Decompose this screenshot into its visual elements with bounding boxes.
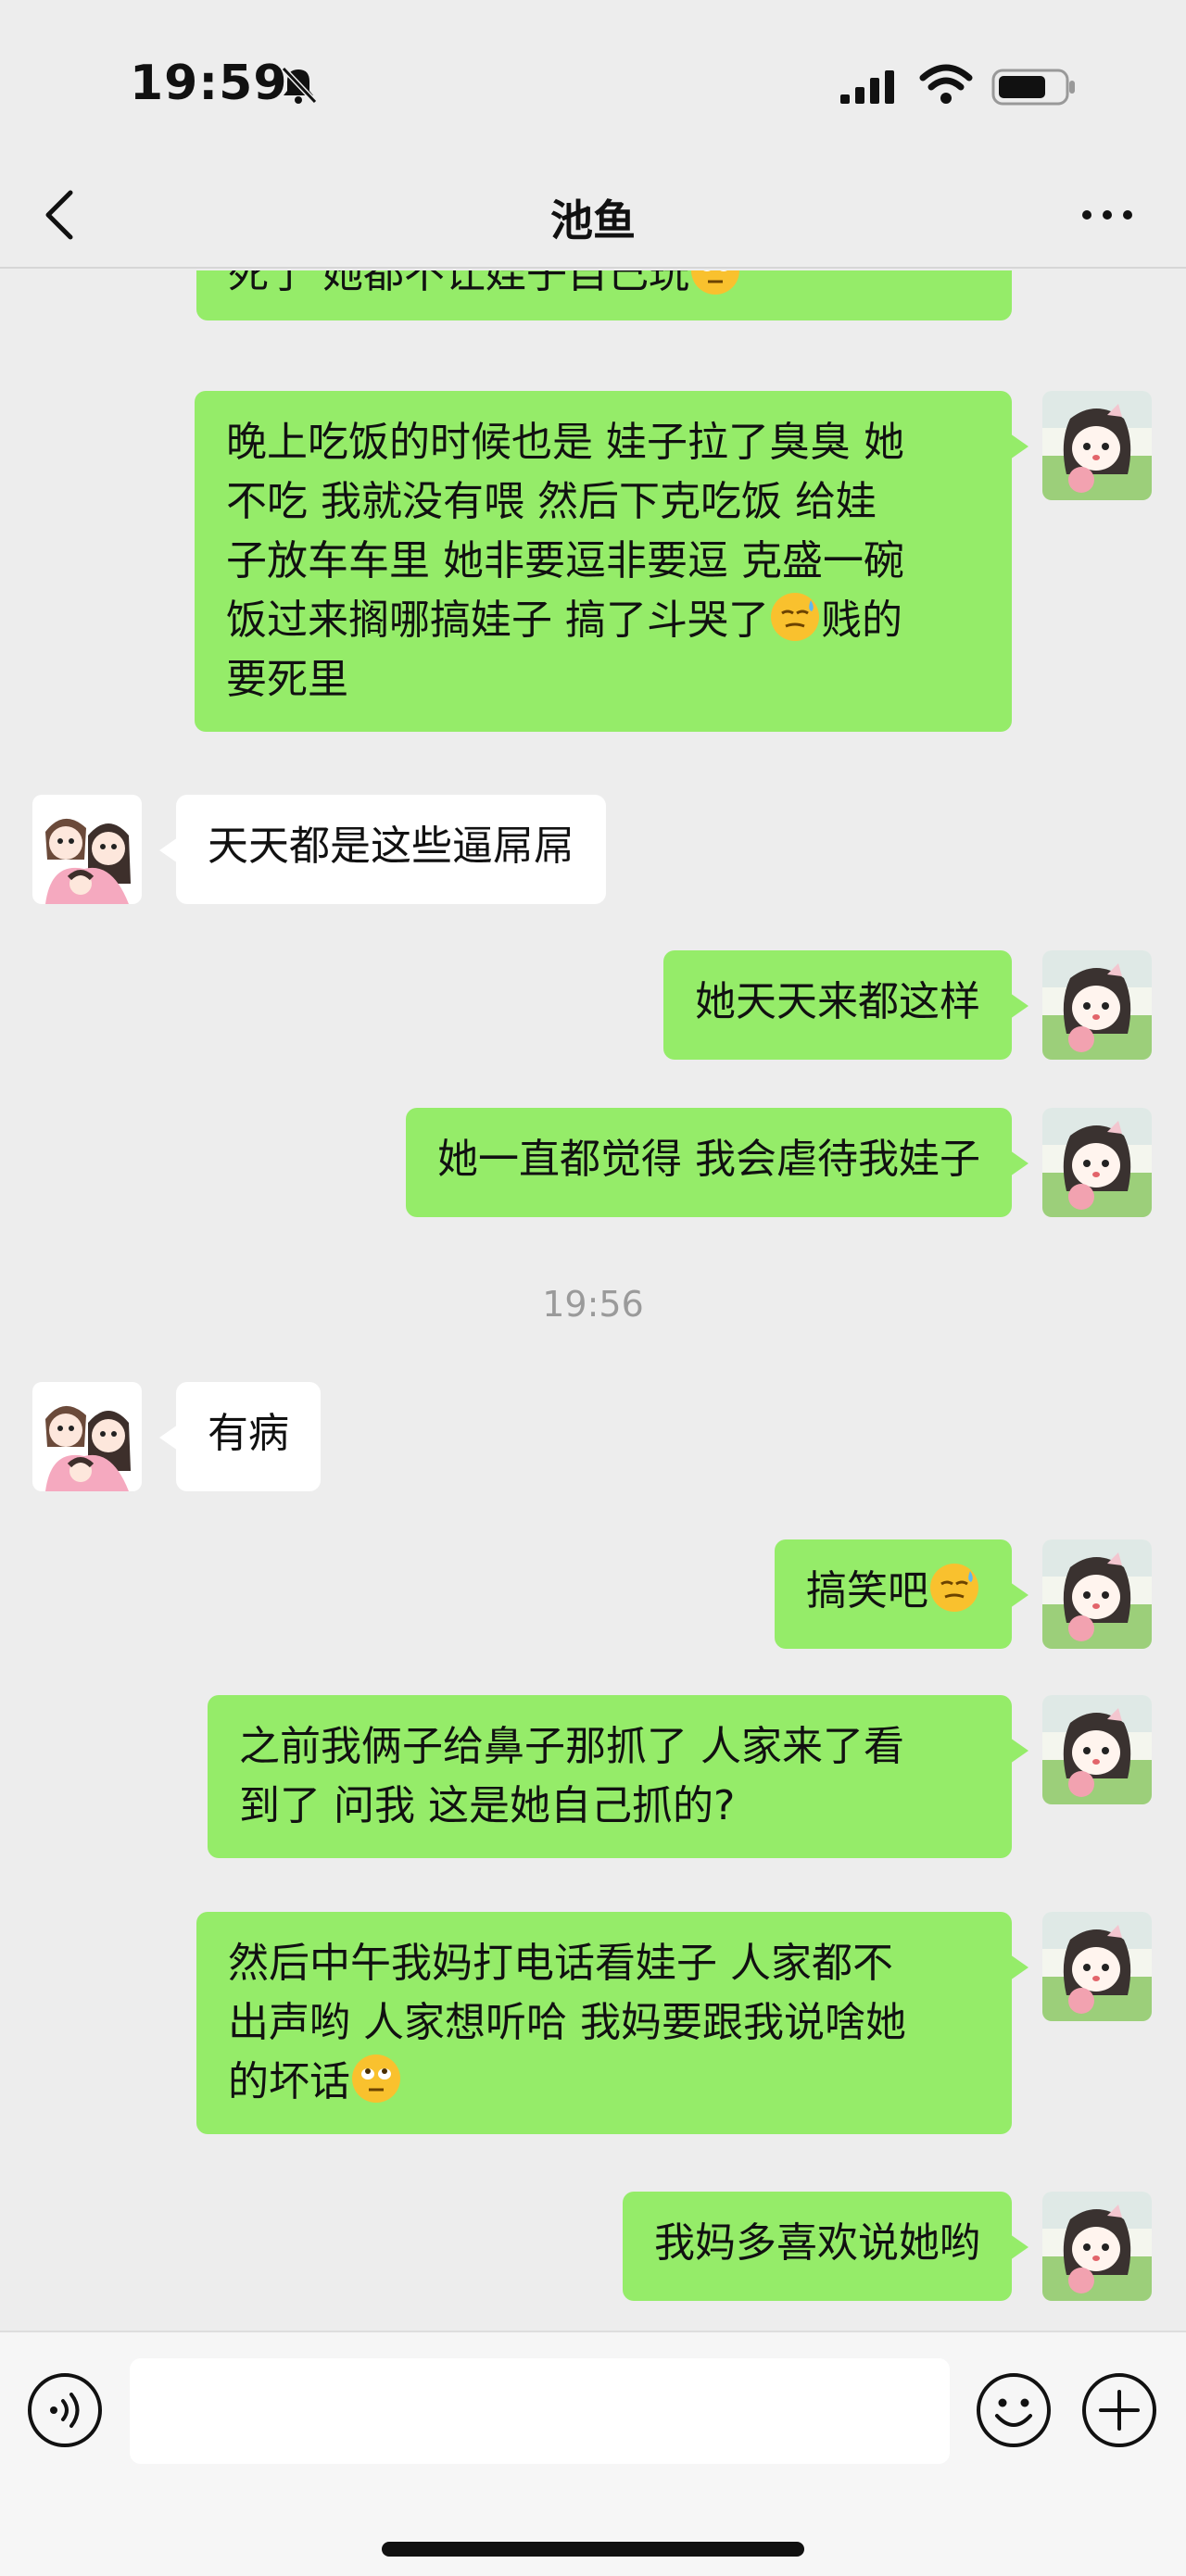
message-line: 之前我俩子给鼻子那抓了 人家来了看 xyxy=(239,1723,904,1770)
message-text: 她天天来都这样 xyxy=(695,978,980,1025)
my-avatar[interactable] xyxy=(1042,391,1152,500)
emoji-face-icon[interactable] xyxy=(975,2371,1053,2449)
message-bubble-outgoing[interactable]: 死了 她都不让娃子自己玩 xyxy=(196,270,1012,320)
message-timestamp: 19:56 xyxy=(542,1284,644,1325)
message-bubble-outgoing[interactable]: 搞笑吧 xyxy=(775,1539,1028,1649)
message-text: 死了 她都不让娃子自己玩 xyxy=(228,270,689,297)
message-bubble-outgoing[interactable]: 之前我俩子给鼻子那抓了 人家来了看 到了 问我 这是她自己抓的? xyxy=(208,1695,1028,1858)
my-avatar[interactable] xyxy=(1042,1539,1152,1649)
message-bubble-outgoing[interactable]: 然后中午我妈打电话看娃子 人家都不 出声哟 人家想听哈 我妈要跟我说啥她 的坏话 xyxy=(196,1912,1028,2134)
message-text: 有病 xyxy=(208,1410,289,1457)
message-bubble-incoming[interactable]: 有病 xyxy=(159,1382,321,1491)
message-bubble-outgoing[interactable]: 她天天来都这样 xyxy=(663,950,1028,1060)
status-bar: 19:59 xyxy=(0,0,1186,157)
rolling-eyes-emoji xyxy=(689,270,741,296)
message-line: 然后中午我妈打电话看娃子 人家都不 xyxy=(228,1940,893,1987)
chat-title: 池鱼 xyxy=(550,195,636,245)
message-text: 我妈多喜欢说她哟 xyxy=(654,2219,980,2267)
chat-message-list[interactable]: 死了 她都不让娃子自己玩 晚上吃饭的时候也是 娃子拉了臭臭 她 不吃 我就没有喂… xyxy=(0,270,1186,2331)
battery-icon xyxy=(991,69,1075,106)
bell-muted-icon xyxy=(281,66,318,105)
status-time: 19:59 xyxy=(130,56,288,111)
contact-avatar[interactable] xyxy=(32,1382,142,1491)
message-line: 出声哟 人家想听哈 我妈要跟我说啥她 xyxy=(228,1999,906,2046)
message-line: 饭过来搁哪搞娃子 搞了斗哭了 贱的 xyxy=(226,591,980,650)
my-avatar[interactable] xyxy=(1042,1912,1152,2021)
sweat-emoji xyxy=(928,1562,980,1614)
message-input[interactable] xyxy=(130,2358,950,2464)
message-text: 她一直都觉得 我会虐待我娃子 xyxy=(437,1136,980,1183)
message-bubble-incoming[interactable]: 天天都是这些逼屌屌 xyxy=(159,795,606,904)
message-text: 天天都是这些逼屌屌 xyxy=(208,823,574,870)
chat-input-bar xyxy=(0,2331,1186,2576)
sweat-emoji xyxy=(769,591,821,643)
my-avatar[interactable] xyxy=(1042,2192,1152,2301)
home-indicator[interactable] xyxy=(382,2542,804,2557)
signal-icon xyxy=(840,70,894,104)
plus-icon[interactable] xyxy=(1080,2371,1158,2449)
message-line: 子放车车里 她非要逗非要逗 克盛一碗 xyxy=(226,537,904,584)
message-line: 不吃 我就没有喂 然后下克吃饭 给娃 xyxy=(226,478,877,525)
message-bubble-outgoing[interactable]: 她一直都觉得 我会虐待我娃子 xyxy=(406,1108,1028,1217)
message-bubble-outgoing[interactable]: 我妈多喜欢说她哟 xyxy=(623,2192,1028,2301)
more-dots-icon[interactable] xyxy=(1075,195,1140,235)
chat-header: 池鱼 xyxy=(0,157,1186,269)
message-line: 晚上吃饭的时候也是 娃子拉了臭臭 她 xyxy=(226,419,904,466)
voice-icon[interactable] xyxy=(26,2371,104,2449)
message-bubble-outgoing[interactable]: 晚上吃饭的时候也是 娃子拉了臭臭 她 不吃 我就没有喂 然后下克吃饭 给娃 子放… xyxy=(195,391,1028,732)
rolling-eyes-emoji xyxy=(350,2053,402,2105)
wifi-icon xyxy=(919,64,973,104)
my-avatar[interactable] xyxy=(1042,1695,1152,1804)
my-avatar[interactable] xyxy=(1042,1108,1152,1217)
contact-avatar[interactable] xyxy=(32,795,142,904)
message-line: 要死里 xyxy=(226,656,348,703)
message-text: 搞笑吧 xyxy=(806,1567,928,1615)
message-line: 到了 问我 这是她自己抓的? xyxy=(239,1782,736,1829)
my-avatar[interactable] xyxy=(1042,950,1152,1060)
message-line: 的坏话 xyxy=(228,2053,980,2112)
